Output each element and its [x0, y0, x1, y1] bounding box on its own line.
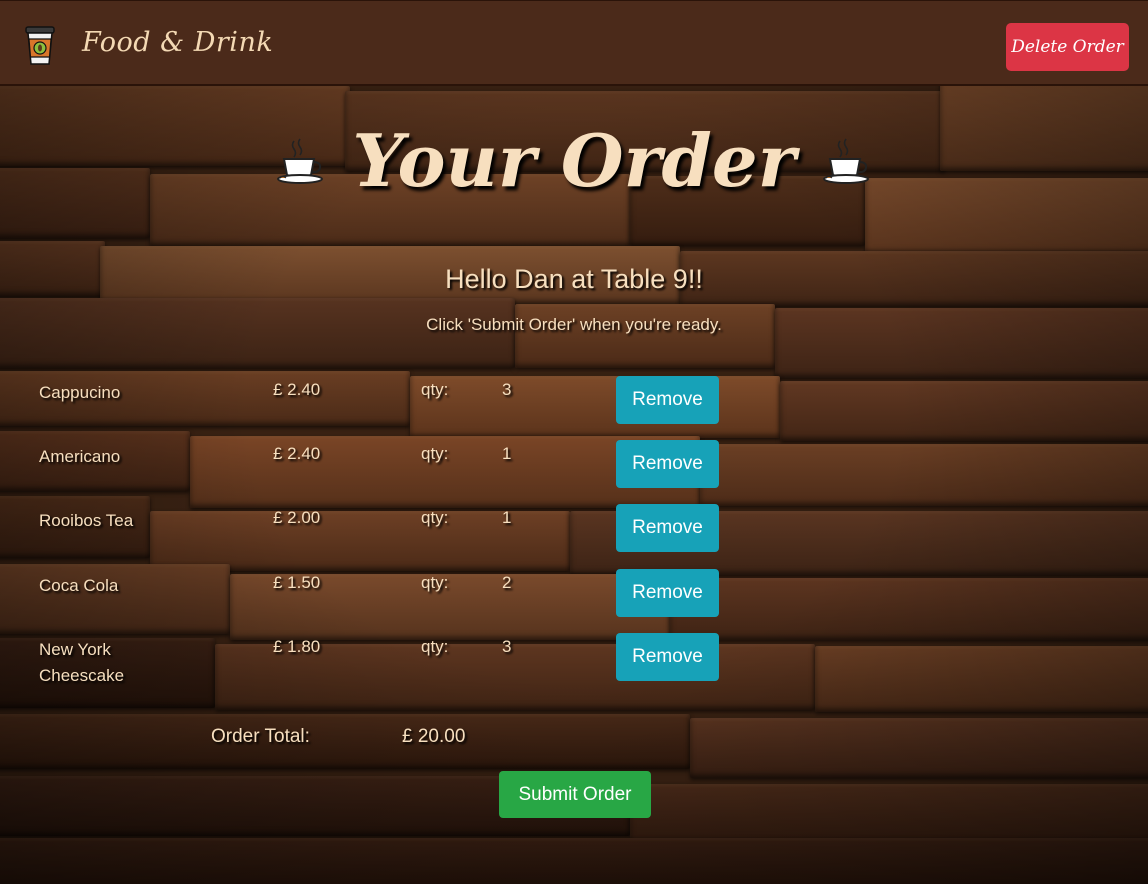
item-price: £ 2.40 — [273, 380, 321, 399]
item-name: New York Cheescake — [39, 640, 125, 685]
coffee-cup-icon[interactable] — [24, 25, 56, 67]
order-row: Coca Cola £ 1.50 qty: 2 Remove — [0, 569, 1148, 629]
qty-label: qty: — [421, 637, 449, 656]
brand-name[interactable]: Food & Drink — [82, 27, 273, 58]
submit-order-button[interactable]: Submit Order — [499, 771, 651, 818]
item-name: Cappucino — [39, 383, 121, 402]
remove-button[interactable]: Remove — [616, 376, 719, 424]
qty-label: qty: — [421, 380, 449, 399]
order-total-label: Order Total: — [211, 726, 310, 747]
greeting: Hello Dan at Table 9!! — [445, 264, 703, 294]
qty-label: qty: — [421, 444, 449, 463]
remove-button[interactable]: Remove — [616, 633, 719, 681]
submit-hint: Click 'Submit Order' when you're ready. — [426, 315, 722, 334]
order-row: Cappucino £ 2.40 qty: 3 Remove — [0, 376, 1148, 436]
qty-value: 1 — [502, 444, 512, 463]
item-price: £ 2.40 — [273, 444, 321, 463]
qty-value: 1 — [502, 508, 512, 527]
item-name: Americano — [39, 447, 121, 466]
remove-button[interactable]: Remove — [616, 569, 719, 617]
item-price: £ 1.80 — [273, 637, 321, 656]
item-price: £ 2.00 — [273, 508, 321, 527]
qty-value: 3 — [502, 637, 512, 656]
page-header: Your Order — [0, 118, 1148, 203]
teacup-icon — [822, 137, 872, 185]
item-price: £ 1.50 — [273, 573, 321, 592]
qty-value: 2 — [502, 573, 512, 592]
item-name: Rooibos Tea — [39, 511, 134, 530]
page-title: Your Order — [352, 118, 796, 203]
navbar: Food & Drink Delete Order — [0, 0, 1148, 86]
item-name: Coca Cola — [39, 576, 119, 595]
qty-label: qty: — [421, 573, 449, 592]
remove-button[interactable]: Remove — [616, 504, 719, 552]
order-row: Americano £ 2.40 qty: 1 Remove — [0, 440, 1148, 500]
teacup-icon — [276, 137, 326, 185]
order-row: Rooibos Tea £ 2.00 qty: 1 Remove — [0, 504, 1148, 564]
order-row: New York Cheescake £ 1.80 qty: 3 Remove — [0, 633, 1148, 693]
qty-value: 3 — [502, 380, 512, 399]
qty-label: qty: — [421, 508, 449, 527]
remove-button[interactable]: Remove — [616, 440, 719, 488]
delete-order-button[interactable]: Delete Order — [1006, 23, 1129, 71]
order-total-value: £ 20.00 — [402, 726, 466, 747]
